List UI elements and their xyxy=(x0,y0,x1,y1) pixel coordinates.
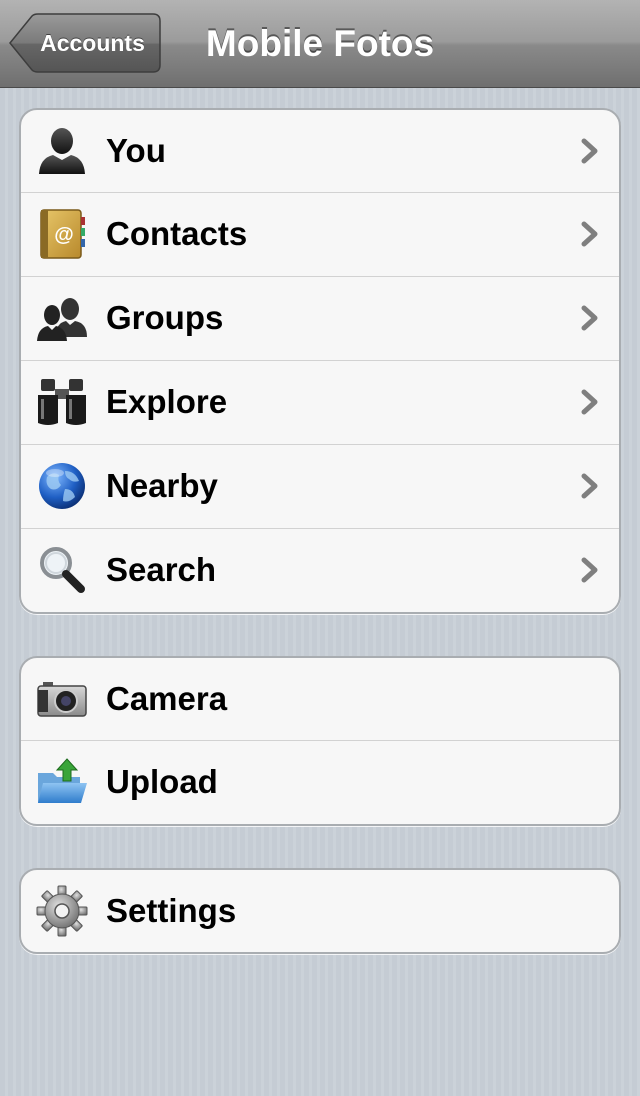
chevron-right-icon xyxy=(581,473,598,499)
row-camera[interactable]: Camera xyxy=(21,658,619,740)
row-explore[interactable]: Explore xyxy=(21,360,619,444)
menu-group-media: Camera Upload xyxy=(19,656,621,826)
row-upload[interactable]: Upload xyxy=(21,740,619,824)
chevron-right-icon xyxy=(581,557,598,583)
row-search[interactable]: Search xyxy=(21,528,619,612)
camera-icon xyxy=(35,672,89,726)
row-nearby[interactable]: Nearby xyxy=(21,444,619,528)
row-label: Settings xyxy=(106,892,237,929)
row-label: Nearby xyxy=(106,467,218,504)
row-label: Explore xyxy=(106,383,228,420)
navigation-bar: Accounts Mobile Fotos xyxy=(0,0,640,88)
menu-group-main: You @ Contacts Groups Explore Nearby Sea… xyxy=(19,108,621,614)
row-you[interactable]: You xyxy=(21,110,619,192)
magnifier-icon xyxy=(35,543,89,597)
row-contacts[interactable]: @ Contacts xyxy=(21,192,619,276)
svg-text:@: @ xyxy=(54,224,74,246)
binoculars-icon xyxy=(35,375,89,429)
chevron-right-icon xyxy=(581,138,598,164)
chevron-right-icon xyxy=(581,305,598,331)
row-settings[interactable]: Settings xyxy=(21,870,619,952)
upload-folder-icon xyxy=(35,755,89,809)
gear-icon xyxy=(35,884,89,938)
address-book-icon: @ xyxy=(35,207,89,261)
row-label: Contacts xyxy=(106,215,248,252)
group-icon xyxy=(35,291,89,345)
row-label: Search xyxy=(106,551,217,588)
row-label: You xyxy=(106,132,166,169)
row-label: Upload xyxy=(106,763,218,800)
person-icon xyxy=(35,124,89,178)
page-title: Mobile Fotos xyxy=(205,23,435,64)
row-label: Groups xyxy=(106,299,224,336)
chevron-right-icon xyxy=(581,389,598,415)
chevron-right-icon xyxy=(581,221,598,247)
row-label: Camera xyxy=(106,680,228,717)
globe-icon xyxy=(35,459,89,513)
row-groups[interactable]: Groups xyxy=(21,276,619,360)
menu-group-settings: Settings xyxy=(19,868,621,954)
